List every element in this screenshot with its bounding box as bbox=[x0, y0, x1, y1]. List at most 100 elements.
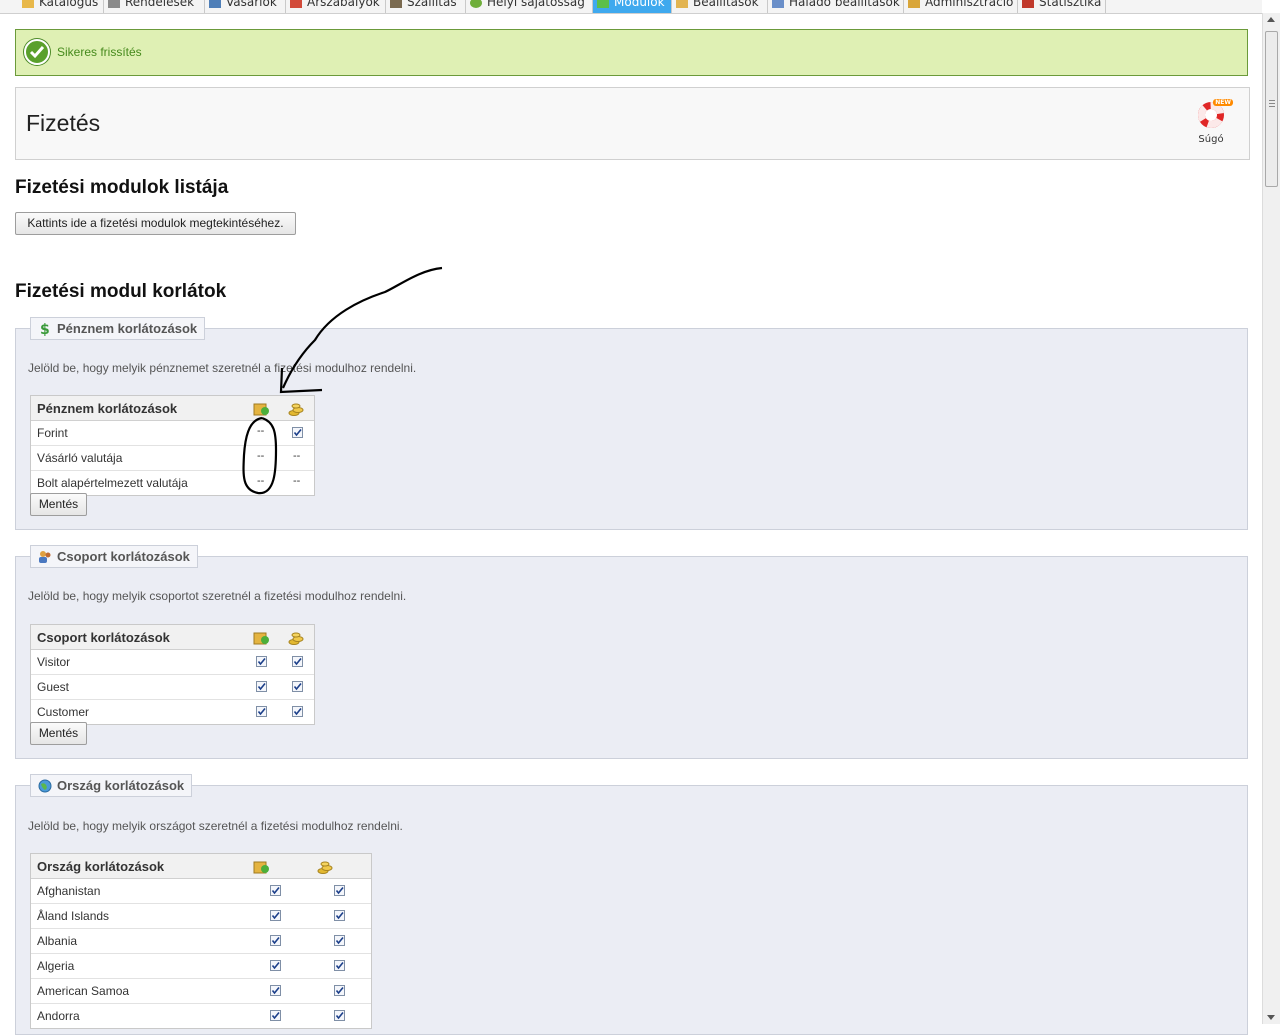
country-restrictions-panel: Ország korlátozások Jelöld be, hogy mely… bbox=[15, 774, 1248, 1035]
table-header: Pénznem korlátozások bbox=[31, 396, 314, 421]
group-description: Jelöld be, hogy melyik csoportot szeretn… bbox=[28, 589, 407, 603]
key-icon bbox=[908, 0, 920, 8]
save-button[interactable]: Mentés bbox=[30, 493, 87, 516]
tab-beallitasok[interactable]: Beállítások bbox=[672, 0, 768, 13]
table-row: American Samoa bbox=[31, 979, 371, 1004]
tab-arszabalyok[interactable]: Árszabályok bbox=[286, 0, 386, 13]
group-checkbox[interactable] bbox=[292, 656, 303, 667]
table-row: Afghanistan bbox=[31, 879, 371, 904]
folder-icon bbox=[22, 0, 34, 8]
table-row: Bolt alapértelmezett valutája -- -- bbox=[31, 471, 314, 495]
view-payment-modules-button[interactable]: Kattints ide a fizetési modulok megtekin… bbox=[15, 212, 296, 235]
table-row: Åland Islands bbox=[31, 904, 371, 929]
row-name: Guest bbox=[37, 680, 70, 694]
table-row: Guest bbox=[31, 675, 314, 700]
globe-icon bbox=[470, 0, 482, 8]
group-checkbox[interactable] bbox=[256, 706, 267, 717]
tab-helyi-sajatossag[interactable]: Helyi sajátosság bbox=[466, 0, 593, 13]
svg-text:$: $ bbox=[40, 322, 50, 336]
group-table: Csoport korlátozások Visitor Guest Custo… bbox=[30, 624, 315, 725]
save-button[interactable]: Mentés bbox=[30, 722, 87, 745]
country-checkbox[interactable] bbox=[334, 985, 345, 996]
currency-checkbox[interactable] bbox=[292, 427, 303, 438]
country-checkbox[interactable] bbox=[270, 1010, 281, 1021]
table-title: Pénznem korlátozások bbox=[37, 401, 178, 416]
country-checkbox[interactable] bbox=[334, 910, 345, 921]
country-checkbox[interactable] bbox=[334, 1010, 345, 1021]
bar-chart-icon bbox=[1022, 0, 1034, 8]
cart-icon bbox=[108, 0, 120, 8]
new-badge: NEW bbox=[1213, 99, 1233, 106]
country-legend: Ország korlátozások bbox=[30, 774, 193, 797]
row-name: Afghanistan bbox=[37, 884, 101, 898]
top-navigation: Katalógus Rendelések Vásárlók Árszabályo… bbox=[0, 0, 1262, 14]
group-checkbox[interactable] bbox=[256, 681, 267, 692]
country-checkbox[interactable] bbox=[270, 885, 281, 896]
row-name: Andorra bbox=[37, 1009, 80, 1023]
table-title: Ország korlátozások bbox=[37, 859, 165, 874]
vertical-scrollbar[interactable] bbox=[1262, 13, 1280, 1024]
country-description: Jelöld be, hogy melyik országot szeretné… bbox=[28, 819, 403, 833]
success-message: Sikeres frissítés bbox=[15, 29, 1248, 76]
country-checkbox[interactable] bbox=[334, 885, 345, 896]
module-package-icon bbox=[253, 632, 269, 645]
truck-icon bbox=[390, 0, 402, 8]
table-title: Csoport korlátozások bbox=[37, 630, 170, 645]
row-name: Forint bbox=[37, 426, 68, 440]
country-checkbox[interactable] bbox=[270, 910, 281, 921]
group-checkbox[interactable] bbox=[292, 681, 303, 692]
country-checkbox[interactable] bbox=[270, 960, 281, 971]
module-package-icon bbox=[253, 861, 269, 874]
user-icon bbox=[209, 0, 221, 8]
row-name: Visitor bbox=[37, 655, 71, 669]
tab-vasarlok[interactable]: Vásárlók bbox=[205, 0, 286, 13]
table-row: Visitor bbox=[31, 650, 314, 675]
success-text: Sikeres frissítés bbox=[57, 45, 142, 59]
unavailable-mark: -- bbox=[257, 475, 265, 487]
tab-adminisztracio[interactable]: Adminisztráció bbox=[904, 0, 1018, 13]
grip-line bbox=[1269, 103, 1275, 104]
currency-legend: $ Pénznem korlátozások bbox=[30, 317, 206, 340]
scroll-thumb[interactable] bbox=[1265, 31, 1278, 187]
scroll-down-arrow-icon[interactable] bbox=[1267, 1015, 1275, 1020]
tab-katalogus[interactable]: Katalógus bbox=[18, 0, 104, 13]
tab-modulok[interactable]: Modulok bbox=[593, 0, 672, 13]
country-checkbox[interactable] bbox=[334, 935, 345, 946]
table-row: Andorra bbox=[31, 1004, 371, 1028]
currency-restrictions-panel: $ Pénznem korlátozások Jelöld be, hogy m… bbox=[15, 317, 1248, 530]
group-checkbox[interactable] bbox=[256, 656, 267, 667]
country-legend-label: Ország korlátozások bbox=[57, 778, 185, 793]
modules-list-heading: Fizetési modulok listája bbox=[15, 177, 229, 198]
row-name: Vásárló valutája bbox=[37, 451, 123, 465]
table-row: Customer bbox=[31, 700, 314, 724]
table-row: Albania bbox=[31, 929, 371, 954]
row-name: Albania bbox=[37, 934, 78, 948]
table-row: Algeria bbox=[31, 954, 371, 979]
currency-table: Pénznem korlátozások Forint -- Vásárló v… bbox=[30, 395, 315, 496]
tab-rendelesek[interactable]: Rendelések bbox=[104, 0, 205, 13]
settings-icon bbox=[676, 0, 688, 8]
country-checkbox[interactable] bbox=[270, 935, 281, 946]
help-button[interactable]: NEW Súgó bbox=[1193, 99, 1233, 145]
country-table: Ország korlátozások Afghanistan Åland Is… bbox=[30, 853, 372, 1029]
tab-halado-beallitasok[interactable]: Haladó beállítások bbox=[768, 0, 904, 13]
unavailable-mark: -- bbox=[293, 475, 301, 487]
restrictions-heading: Fizetési modul korlátok bbox=[15, 281, 227, 302]
module-package-icon bbox=[253, 403, 269, 416]
coins-icon bbox=[317, 861, 333, 874]
table-header: Ország korlátozások bbox=[31, 854, 371, 879]
price-tag-icon bbox=[290, 0, 302, 8]
group-icon bbox=[39, 551, 51, 563]
tab-statisztika[interactable]: Statisztika bbox=[1018, 0, 1106, 13]
group-checkbox[interactable] bbox=[292, 706, 303, 717]
scroll-up-arrow-icon[interactable] bbox=[1267, 17, 1275, 22]
table-row: Forint -- bbox=[31, 421, 314, 446]
country-checkbox[interactable] bbox=[270, 985, 281, 996]
help-label: Súgó bbox=[1198, 134, 1224, 145]
group-restrictions-panel: Csoport korlátozások Jelöld be, hogy mel… bbox=[15, 545, 1248, 759]
check-icon bbox=[24, 39, 50, 65]
tab-szallitas[interactable]: Szállítás bbox=[386, 0, 466, 13]
row-name: Algeria bbox=[37, 959, 75, 973]
grip-line bbox=[1269, 100, 1275, 101]
country-checkbox[interactable] bbox=[334, 960, 345, 971]
